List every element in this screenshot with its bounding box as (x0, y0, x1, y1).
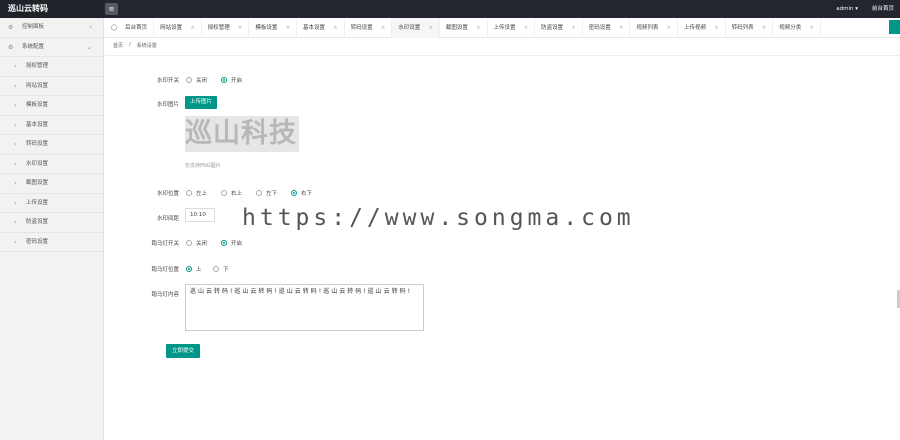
tab-site[interactable]: 网站设置 × (154, 17, 202, 38)
sidebar-item-template[interactable]: › 模板设置 (0, 96, 103, 116)
marquee-top-radio[interactable]: 上 (186, 265, 202, 273)
front-link[interactable]: 前台首页 (872, 0, 894, 18)
sidebar-item-site[interactable]: › 网站设置 (0, 77, 103, 96)
close-icon[interactable]: × (809, 18, 814, 38)
watermark-preview-image: 巡山科技 (185, 116, 299, 152)
tab-transcode-list[interactable]: 转码列表 × (726, 17, 774, 38)
position-top-right-radio[interactable]: 右上 (221, 189, 242, 197)
tab-upload[interactable]: 上传设置 × (488, 17, 536, 38)
top-bar: 巡山云转码 ≡ admin ▾ 前台首页 (0, 0, 900, 18)
menu-toggle-icon[interactable]: ≡ (105, 3, 118, 15)
marquee-off-radio[interactable]: 关闭 (186, 239, 207, 247)
watermark-hint: 仅支持PNG图片 (185, 163, 221, 169)
watermark-overlay-text: https://www.songma.com (242, 205, 635, 231)
chevron-right-icon: › (14, 199, 17, 207)
tab-password[interactable]: 密码设置 × (583, 17, 631, 38)
tab-basic[interactable]: 基本设置 × (297, 17, 345, 38)
tab-transcode[interactable]: 转码设置 × (345, 17, 393, 38)
tab-video-list[interactable]: 视频列表 × (630, 17, 679, 38)
close-icon[interactable]: × (476, 18, 481, 38)
watermark-off-radio[interactable]: 关闭 (186, 76, 207, 84)
user-menu[interactable]: admin ▾ (836, 0, 858, 18)
tab-home[interactable]: ◯ 后台首页 (105, 17, 155, 38)
close-icon[interactable]: × (571, 18, 576, 38)
breadcrumb-home[interactable]: 首页 (113, 42, 123, 49)
tab-watermark[interactable]: 水印设置 × (392, 17, 440, 38)
close-icon[interactable]: × (333, 18, 338, 38)
gear-icon: ⚙ (8, 43, 14, 51)
close-icon[interactable]: × (524, 18, 529, 38)
sidebar-item-upload[interactable]: › 上传设置 (0, 194, 103, 213)
upload-image-button[interactable]: 上传图片 (185, 96, 217, 109)
sidebar-item-password[interactable]: › 密码设置 (0, 233, 103, 252)
chevron-right-icon: › (14, 63, 17, 70)
marquee-position-label: 跑马灯位置 (151, 267, 179, 273)
marquee-content-label: 跑马灯内容 (151, 292, 179, 298)
sidebar-item-basic[interactable]: › 基本设置 (0, 116, 103, 135)
breadcrumb-current: 系统设置 (136, 43, 157, 49)
watermark-margin-input[interactable]: 10:10 (185, 208, 215, 222)
chevron-down-icon: ⌄ (86, 42, 92, 51)
close-icon[interactable]: × (619, 18, 624, 38)
marquee-switch-label: 跑马灯开关 (151, 241, 179, 247)
tab-menu-button[interactable] (889, 20, 900, 34)
sidebar-item-watermark[interactable]: › 水印设置 (0, 155, 103, 174)
tab-antitheft[interactable]: 防盗设置 × (535, 17, 583, 38)
watermark-on-radio[interactable]: 开启 (221, 76, 242, 84)
watermark-margin-label: 水印间距 (156, 216, 179, 222)
breadcrumb: 首页 / 系统设置 (113, 42, 157, 49)
position-top-left-radio[interactable]: 左上 (186, 189, 207, 197)
chevron-right-icon: › (14, 102, 17, 109)
submit-button[interactable]: 立即提交 (166, 344, 200, 358)
sidebar-item-auth[interactable]: › 授权管理 (0, 57, 103, 77)
sidebar-item-transcode[interactable]: › 转码设置 (0, 135, 103, 155)
close-icon[interactable]: × (190, 18, 195, 38)
marquee-content-textarea[interactable]: 巡山云转码!巡山云转码!巡山云转码!巡山云转码!巡山云转码! (185, 284, 424, 331)
close-icon[interactable]: × (285, 18, 290, 38)
chevron-right-icon: › (14, 180, 17, 187)
home-icon: ◯ (111, 24, 118, 31)
tab-auth[interactable]: 授权管理 × (202, 17, 250, 38)
sidebar: ⚙ 控制面板 ‹ ⚙ 系统配置 ⌄ › 授权管理 › 网站设置 › 模板设置 › 基本设… (0, 18, 104, 440)
tab-template[interactable]: 模板设置 × (249, 17, 298, 38)
chevron-right-icon: › (14, 82, 17, 90)
sidebar-item-antitheft[interactable]: › 防盗设置 (0, 213, 103, 233)
marquee-bottom-radio[interactable]: 下 (213, 265, 229, 273)
sidebar-item-system[interactable]: ⚙ 系统配置 ⌄ (0, 38, 103, 57)
tab-video-category[interactable]: 视频分类 × (773, 17, 821, 38)
watermark-switch-label: 水印开关 (156, 78, 179, 84)
chevron-right-icon: › (14, 121, 17, 129)
close-icon[interactable]: × (762, 18, 767, 38)
marquee-on-radio[interactable]: 开启 (221, 239, 242, 247)
breadcrumb-separator: / (129, 42, 131, 48)
chevron-right-icon: › (14, 160, 17, 168)
close-icon[interactable]: × (428, 18, 433, 38)
close-icon[interactable]: × (714, 18, 719, 38)
tab-bar: ◯ 后台首页 网站设置 × 授权管理 × 模板设置 × 基本设置 × 转码设置 × 水印设置… (105, 17, 900, 38)
close-icon[interactable]: × (666, 18, 671, 38)
tab-upload-video[interactable]: 上传视频 × (678, 17, 726, 38)
close-icon[interactable]: × (381, 18, 386, 38)
watermark-image-label: 水印图片 (156, 102, 179, 108)
chevron-right-icon: › (14, 141, 17, 148)
watermark-position-label: 水印位置 (156, 191, 179, 197)
chevron-right-icon: › (14, 219, 17, 226)
tab-screenshot[interactable]: 截图设置 × (440, 17, 488, 38)
sidebar-item-dashboard[interactable]: ⚙ 控制面板 ‹ (0, 18, 103, 38)
chevron-right-icon: › (14, 238, 17, 246)
chevron-left-icon: ‹ (89, 23, 92, 31)
close-icon[interactable]: × (238, 18, 243, 38)
position-bottom-left-radio[interactable]: 左下 (256, 189, 277, 197)
settings-form: 水印开关 关闭 开启 水印图片 上传图片 巡山科技 仅支持PNG图片 水印位置 … (105, 56, 900, 440)
sidebar-item-screenshot[interactable]: › 截图设置 (0, 174, 103, 194)
app-logo[interactable]: 巡山云转码 (0, 0, 104, 18)
top-right-nav: admin ▾ 前台首页 (836, 0, 894, 18)
position-bottom-right-radio[interactable]: 右下 (291, 189, 312, 197)
gear-icon: ⚙ (8, 24, 14, 31)
